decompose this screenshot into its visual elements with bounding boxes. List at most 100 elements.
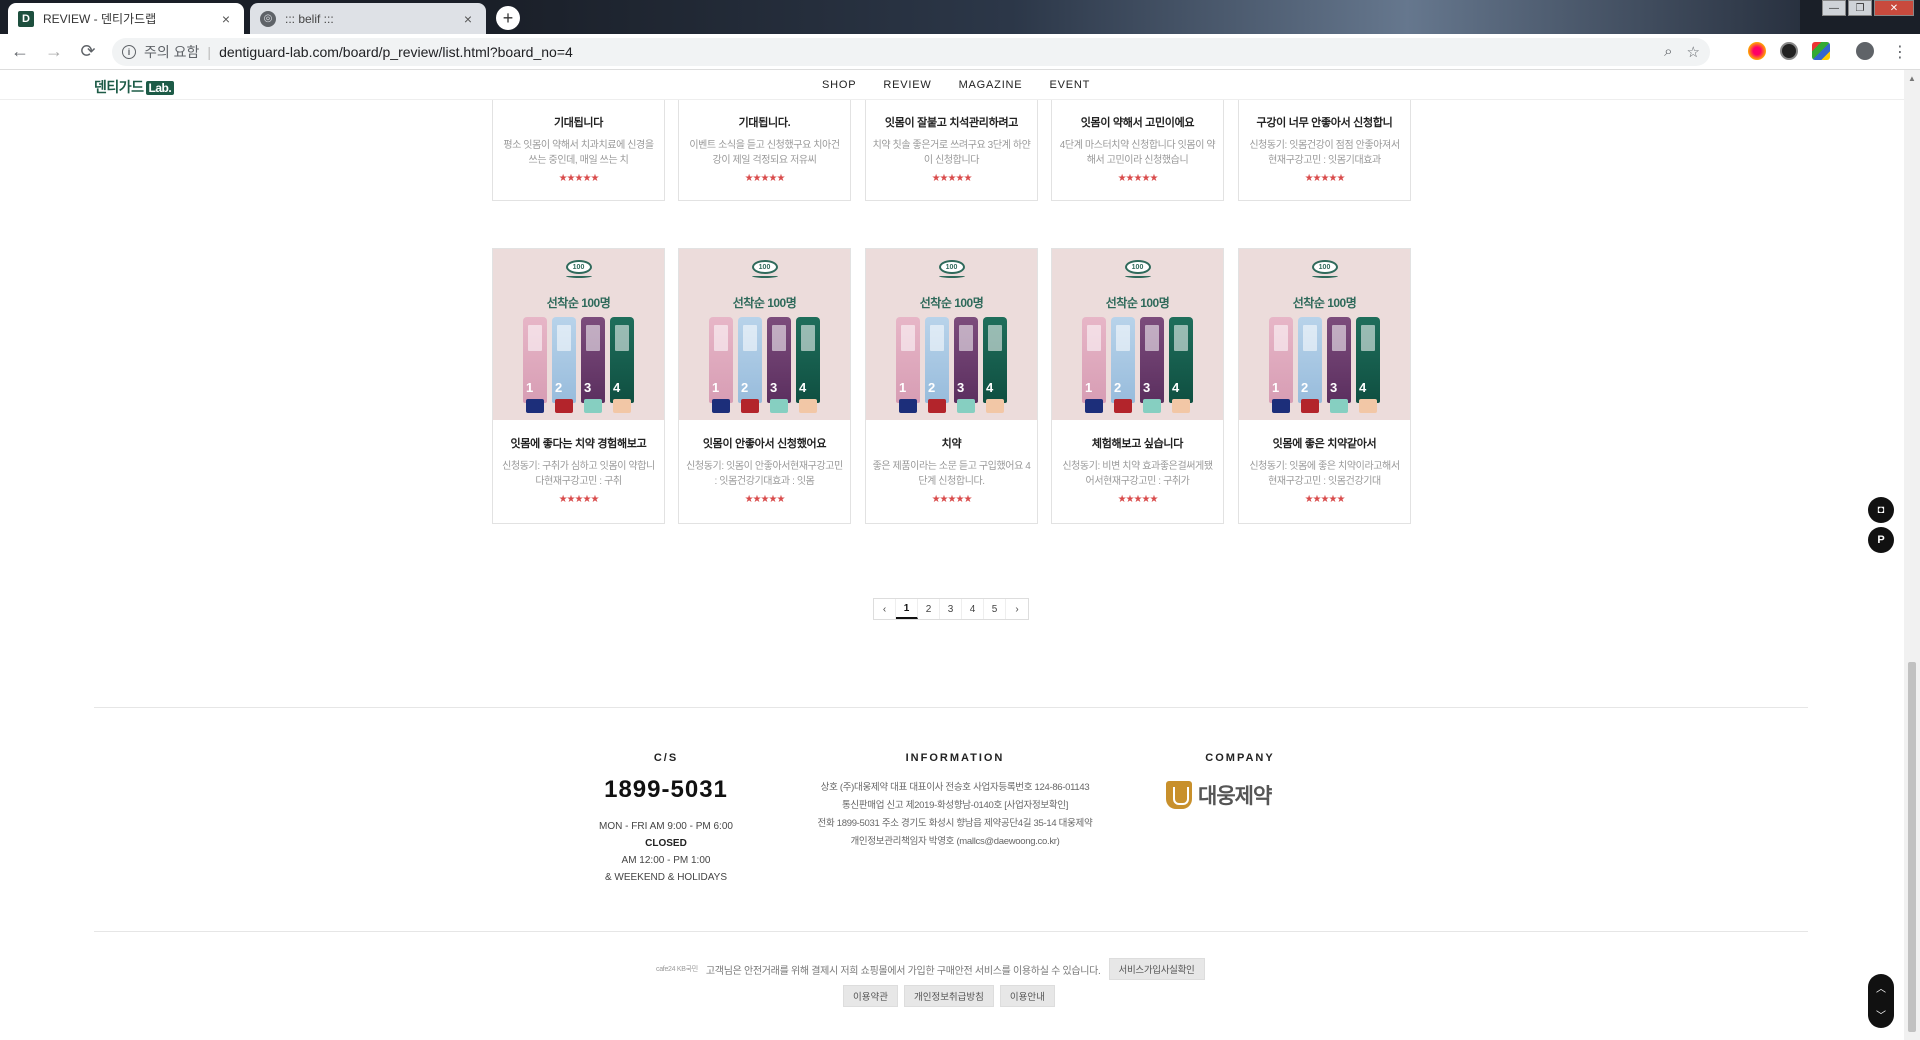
tab-belif[interactable]: ◎ ::: belif ::: ×: [250, 3, 486, 34]
reload-button[interactable]: ⟳: [74, 38, 102, 66]
toothpaste-tubes-image: 1 2 3 4: [1269, 317, 1385, 413]
review-excerpt: 치약 칫솔 좋은거로 쓰려구요 3단계 하얀이 신청합니다: [872, 140, 1031, 166]
review-title[interactable]: 구강이 너무 안좋아서 신청합니: [1245, 114, 1404, 130]
review-card[interactable]: 100 선착순 100명 1 2 3 4 잇몸에 좋은 치약같아서 신청동기: …: [1238, 248, 1411, 524]
menu-kebab-icon[interactable]: ⋮: [1892, 42, 1908, 62]
extension-icon[interactable]: [1748, 42, 1766, 60]
next-page-button[interactable]: ›: [1006, 599, 1028, 619]
product-thumbnail[interactable]: 100 선착순 100명 1 2 3 4: [1239, 249, 1410, 420]
review-title[interactable]: 체험해보고 싶습니다: [1058, 435, 1217, 451]
service-check-button[interactable]: 서비스가입사실확인: [1108, 958, 1205, 980]
review-card[interactable]: 100 선착순 100명 1 2 3 4 잇몸이 안좋아서 신청했어요 신청동기…: [678, 248, 851, 524]
promo-text: 선착순 100명: [1105, 296, 1170, 310]
page-2[interactable]: 2: [918, 599, 940, 619]
nav-review[interactable]: REVIEW: [883, 79, 931, 91]
scroll-bottom-icon[interactable]: ﹀: [1876, 1007, 1886, 1022]
nav-shop[interactable]: SHOP: [822, 79, 856, 91]
point-icon[interactable]: P: [1868, 527, 1894, 553]
page-viewport: 덴티가드 Lab. SHOP REVIEW MAGAZINE EVENT 기대됩니…: [0, 70, 1904, 1040]
extension-icon[interactable]: [1812, 42, 1830, 60]
nav-event[interactable]: EVENT: [1049, 79, 1090, 91]
page-1[interactable]: 1: [896, 599, 918, 619]
review-excerpt: 좋은 제품이라는 소문 듣고 구입했어요 4단계 신청합니다.: [872, 461, 1031, 487]
rating-stars: ★★★★★: [1304, 173, 1346, 184]
site-header: 덴티가드 Lab. SHOP REVIEW MAGAZINE EVENT: [0, 70, 1904, 100]
bookmark-star-icon[interactable]: ☆: [1687, 43, 1700, 61]
escrow-notice: cafe24 KB국민 고객님은 안전거래를 위해 결제시 저희 쇼핑몰에서 가…: [656, 958, 1205, 980]
page-scrollbar[interactable]: ▲: [1904, 70, 1920, 1040]
browser-tabbar: D REVIEW - 덴티가드랩 × ◎ ::: belif ::: × + —…: [0, 0, 1920, 34]
extension-icon[interactable]: [1780, 42, 1798, 60]
guide-link[interactable]: 이용안내: [999, 985, 1055, 1007]
review-card[interactable]: 100 선착순 100명 1 2 3 4 체험해보고 싶습니다 신청동기: 비변…: [1051, 248, 1224, 524]
tabbar-background: [490, 0, 1800, 34]
review-excerpt: 평소 잇몸이 약해서 치과치료에 신경을 쓰는 중인데, 매일 쓰는 치: [503, 140, 654, 166]
review-excerpt: 신청동기: 비변 치약 효과좋은걸써게됐어서현재구강고민 : 구취가: [1062, 461, 1213, 487]
review-title[interactable]: 잇몸이 약해서 고민이에요: [1058, 114, 1217, 130]
forward-button[interactable]: →: [40, 38, 68, 66]
review-title[interactable]: 잇몸이 잘붙고 치석관리하려고: [872, 114, 1031, 130]
close-window-button[interactable]: ✕: [1874, 0, 1914, 16]
back-button[interactable]: ←: [6, 38, 34, 66]
company-information: 상호 (주)대웅제약 대표 대표이사 전승호 사업자등록번호 124-86-01…: [760, 779, 1150, 851]
zoom-icon[interactable]: ⌕: [1664, 43, 1672, 61]
tab-review[interactable]: D REVIEW - 덴티가드랩 ×: [8, 3, 244, 34]
globe-favicon-icon: ◎: [260, 10, 276, 27]
first-come-badge-icon: 100: [1124, 260, 1151, 288]
cs-hours: MON - FRI AM 9:00 - PM 6:00 CLOSED AM 12…: [566, 818, 766, 886]
review-title[interactable]: 치약: [872, 435, 1031, 451]
promo-text: 선착순 100명: [919, 296, 984, 310]
review-card[interactable]: 100 선착순 100명 1 2 3 4 잇몸에 좋다는 치약 경험해보고 신청…: [492, 248, 665, 524]
tab-title: ::: belif :::: [285, 11, 334, 26]
logo-text: 덴티가드: [94, 79, 144, 95]
page-4[interactable]: 4: [962, 599, 984, 619]
maximize-button[interactable]: ❐: [1848, 0, 1872, 16]
prev-page-button[interactable]: ‹: [874, 599, 896, 619]
review-title[interactable]: 기대됩니다.: [685, 114, 844, 130]
product-thumbnail[interactable]: 100 선착순 100명 1 2 3 4: [1052, 249, 1223, 420]
first-come-badge-icon: 100: [565, 260, 592, 288]
page-3[interactable]: 3: [940, 599, 962, 619]
scrollbar-thumb[interactable]: [1908, 662, 1916, 1032]
review-excerpt: 신청동기: 잇몸이 안좋아서현재구강고민 : 잇몸건강기대효과 : 잇몸: [686, 461, 843, 487]
rating-stars: ★★★★★: [1117, 494, 1159, 505]
site-logo[interactable]: 덴티가드 Lab.: [94, 77, 175, 97]
rating-stars: ★★★★★: [558, 494, 600, 505]
page-5[interactable]: 5: [984, 599, 1006, 619]
window-controls: — ❐ ✕: [1822, 0, 1914, 16]
info-icon[interactable]: i: [122, 45, 136, 59]
privacy-link[interactable]: 개인정보취급방침: [903, 985, 994, 1007]
daewoong-emblem-icon: [1166, 781, 1192, 809]
review-title[interactable]: 잇몸에 좋다는 치약 경험해보고: [499, 435, 658, 451]
toothpaste-tubes-image: 1 2 3 4: [523, 317, 639, 413]
review-title[interactable]: 기대됩니다: [499, 114, 658, 130]
nav-magazine[interactable]: MAGAZINE: [959, 79, 1023, 91]
review-card[interactable]: 100 선착순 100명 1 2 3 4 치약 좋은 제품이라는 소문 듣고 구…: [865, 248, 1038, 524]
toothpaste-tubes-image: 1 2 3 4: [1082, 317, 1198, 413]
logo-badge: Lab.: [145, 81, 175, 95]
info-line[interactable]: 통신판매업 신고 제2019-화성향남-0140호 [사업자정보확인]: [760, 797, 1150, 815]
close-tab-icon[interactable]: ×: [218, 11, 234, 27]
scroll-up-arrow-icon[interactable]: ▲: [1908, 74, 1916, 83]
terms-link[interactable]: 이용약관: [843, 985, 898, 1007]
review-title[interactable]: 잇몸이 안좋아서 신청했어요: [685, 435, 844, 451]
closed-label: CLOSED: [645, 838, 687, 849]
close-tab-icon[interactable]: ×: [460, 11, 476, 27]
address-bar[interactable]: i 주의 요함 | dentiguard-lab.com/board/p_rev…: [112, 38, 1710, 66]
promo-text: 선착순 100명: [1292, 296, 1357, 310]
minimize-button[interactable]: —: [1822, 0, 1846, 16]
review-excerpt: 4단계 마스터치약 신청합니다 잇몸이 약해서 고민이라 신청했습니: [1059, 140, 1216, 166]
review-title[interactable]: 잇몸에 좋은 치약같아서: [1245, 435, 1404, 451]
company-name: 대웅제약: [1198, 785, 1272, 808]
security-warning-text[interactable]: 주의 요함: [144, 42, 199, 62]
product-thumbnail[interactable]: 100 선착순 100명 1 2 3 4: [679, 249, 850, 420]
product-thumbnail[interactable]: 100 선착순 100명 1 2 3 4: [493, 249, 664, 420]
promo-text: 선착순 100명: [546, 296, 611, 310]
url-text[interactable]: dentiguard-lab.com/board/p_review/list.h…: [219, 44, 573, 60]
product-thumbnail[interactable]: 100 선착순 100명 1 2 3 4: [866, 249, 1037, 420]
new-tab-button[interactable]: +: [496, 6, 520, 30]
instagram-icon[interactable]: ◘: [1868, 497, 1894, 523]
scroll-top-icon[interactable]: ︿: [1876, 980, 1886, 995]
profile-avatar-icon[interactable]: [1856, 42, 1874, 60]
daewoong-logo[interactable]: 대웅제약: [1166, 780, 1272, 810]
